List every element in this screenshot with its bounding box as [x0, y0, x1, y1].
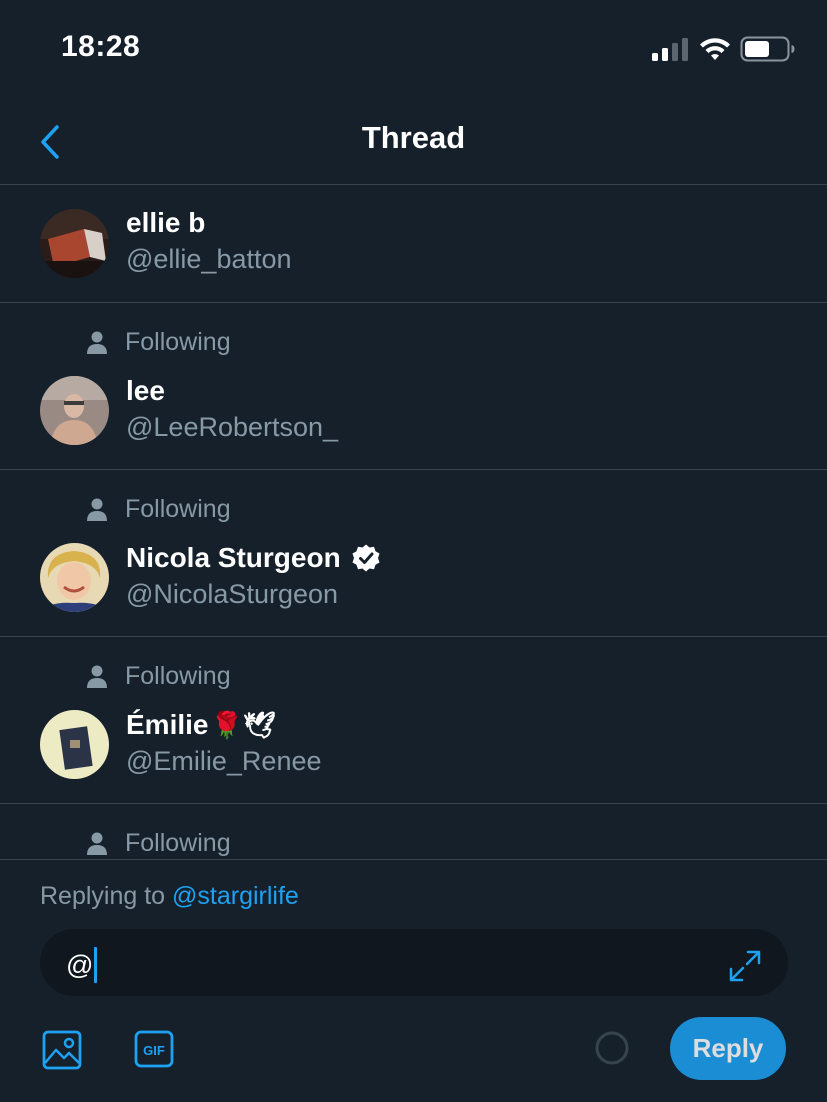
- expand-icon[interactable]: [728, 949, 762, 983]
- social-context: Following: [86, 829, 231, 858]
- status-time: 18:28: [61, 30, 141, 63]
- list-item[interactable]: ellie b @ellie_batton: [0, 185, 827, 303]
- avatar-image: [40, 710, 109, 779]
- social-context: Following: [86, 662, 231, 691]
- avatar[interactable]: [40, 376, 109, 445]
- name-emoji: 🌹🕊: [210, 709, 276, 740]
- reply-button[interactable]: Reply: [670, 1017, 786, 1080]
- person-icon: [87, 665, 107, 688]
- verified-badge-icon: [352, 544, 380, 572]
- avatar-image: [40, 209, 109, 278]
- display-name: Émilie 🌹🕊: [126, 707, 322, 743]
- avatar[interactable]: [40, 209, 109, 278]
- social-context-label: Following: [125, 495, 231, 523]
- character-count-ring-icon: [595, 1031, 629, 1065]
- user-name-block: Émilie 🌹🕊 @Emilie_Renee: [126, 707, 322, 779]
- wifi-icon: [700, 38, 730, 60]
- replying-to-mention[interactable]: @stargirlife: [172, 882, 299, 910]
- list-item[interactable]: Following Émilie 🌹🕊 @Emilie_Renee: [0, 637, 827, 804]
- social-context-label: Following: [125, 662, 231, 690]
- reply-input[interactable]: @: [40, 929, 788, 996]
- thread-user-list: ellie b @ellie_batton Following lee @Lee…: [0, 185, 827, 859]
- reply-input-value: @: [66, 947, 98, 983]
- gif-button[interactable]: GIF: [134, 1030, 174, 1073]
- user-name-block: Nicola Sturgeon @NicolaSturgeon: [126, 540, 381, 612]
- replying-to-label: Replying to: [40, 882, 166, 910]
- list-item[interactable]: Following Nicola Sturgeon @NicolaSturgeo…: [0, 470, 827, 637]
- person-icon: [87, 331, 107, 354]
- text-caret: [94, 947, 98, 983]
- user-handle: @NicolaSturgeon: [126, 579, 339, 609]
- thread-screen: 18:28 Thread ellie b @ellie_batton Follo…: [0, 0, 827, 1102]
- nav-bar: Thread: [0, 100, 827, 185]
- social-context-label: Following: [125, 328, 231, 356]
- cellular-signal-icon: [652, 38, 688, 61]
- display-name-text: Nicola Sturgeon: [126, 542, 341, 573]
- gif-icon: GIF: [134, 1030, 174, 1068]
- display-name-text: Émilie: [126, 709, 209, 740]
- svg-text:GIF: GIF: [143, 1043, 165, 1058]
- user-handle: @LeeRobertson_: [126, 412, 339, 442]
- display-name: ellie b: [126, 205, 292, 241]
- reply-composer: Replying to @stargirlife @ GIF Reply: [0, 859, 827, 1102]
- avatar[interactable]: [40, 543, 109, 612]
- person-icon: [87, 832, 107, 855]
- social-context: Following: [86, 495, 231, 524]
- list-item[interactable]: Following lee @LeeRobertson_: [0, 303, 827, 470]
- display-name: Nicola Sturgeon: [126, 540, 381, 576]
- list-item[interactable]: Following: [0, 804, 827, 859]
- image-icon[interactable]: [42, 1030, 82, 1070]
- display-name: lee: [126, 373, 338, 409]
- reply-input-text: @: [66, 949, 94, 980]
- user-handle: @Emilie_Renee: [126, 746, 322, 776]
- avatar-image: [40, 543, 109, 612]
- person-icon: [87, 498, 107, 521]
- display-name-text: lee: [126, 375, 165, 406]
- avatar-image: [40, 376, 109, 445]
- social-context: Following: [86, 328, 231, 357]
- user-name-block: lee @LeeRobertson_: [126, 373, 338, 445]
- user-handle: @ellie_batton: [126, 244, 292, 274]
- user-name-block: ellie b @ellie_batton: [126, 205, 292, 277]
- replying-to: Replying to @stargirlife: [40, 882, 299, 911]
- battery-icon: [740, 36, 795, 62]
- page-title: Thread: [361, 120, 466, 155]
- status-bar: 18:28: [0, 0, 827, 100]
- display-name-text: ellie b: [126, 207, 206, 238]
- social-context-label: Following: [125, 829, 231, 857]
- avatar[interactable]: [40, 710, 109, 779]
